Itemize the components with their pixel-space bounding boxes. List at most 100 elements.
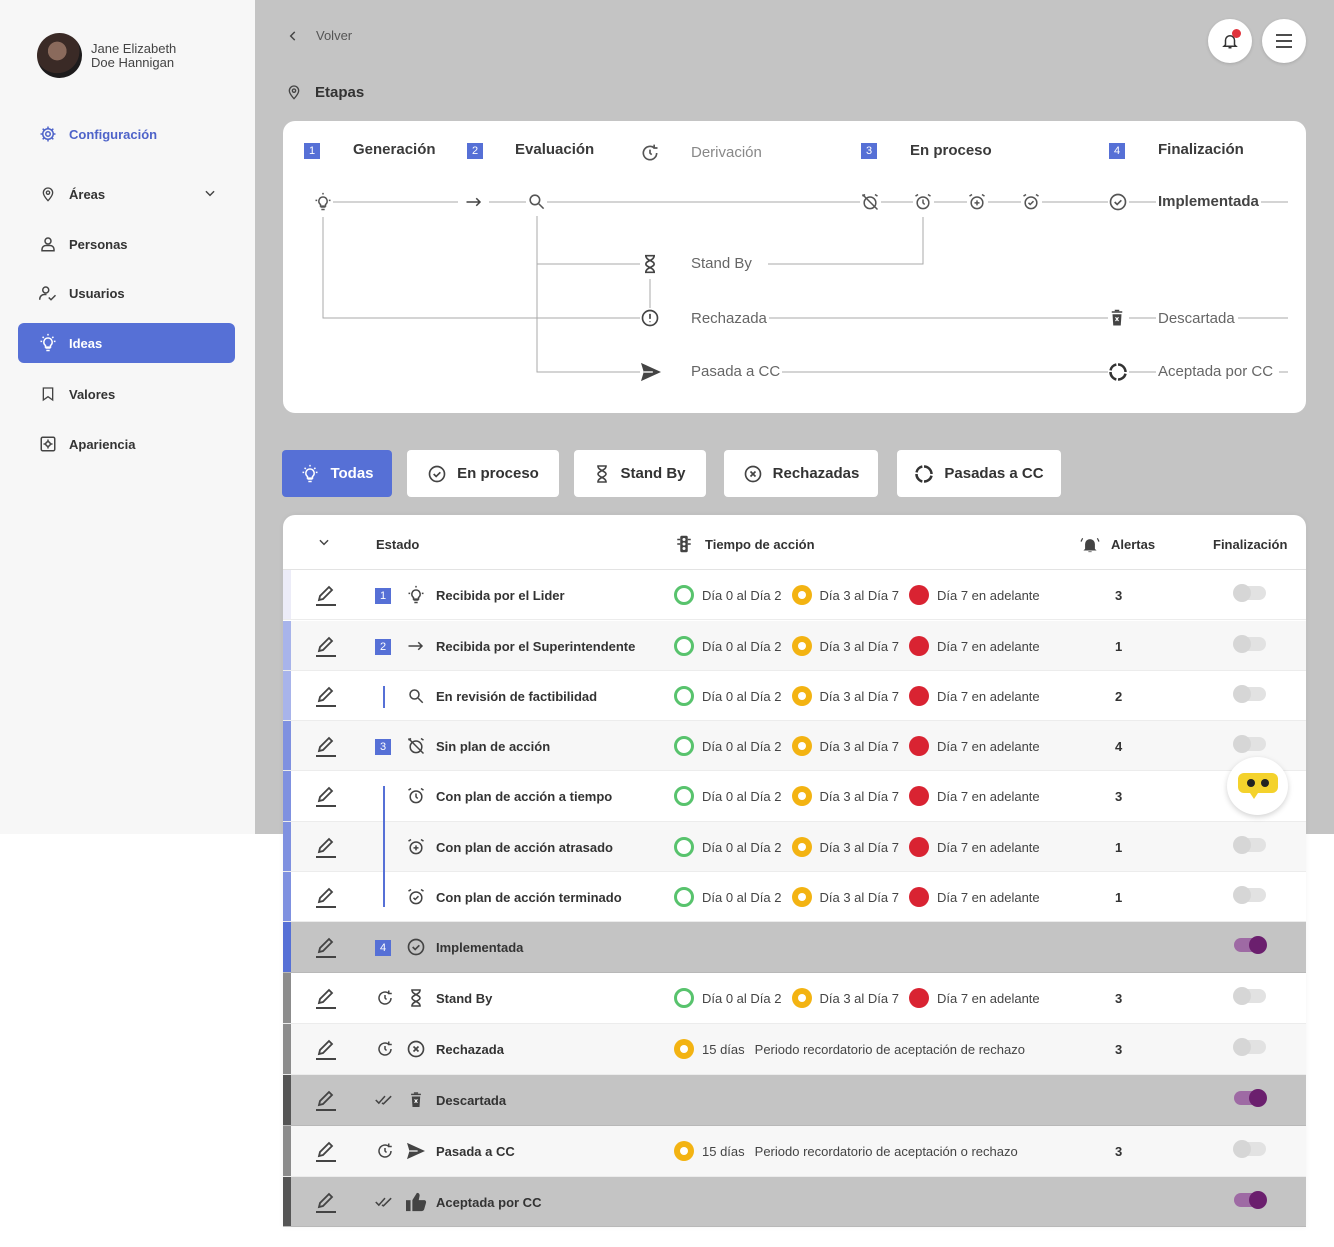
- notifications-button[interactable]: [1208, 19, 1252, 63]
- finalization-toggle[interactable]: [1233, 836, 1266, 854]
- finalization-toggle[interactable]: [1234, 1191, 1267, 1209]
- action-time-legend: 15 días Periodo recordatorio de aceptació…: [674, 1140, 1018, 1162]
- chevron-down-icon[interactable]: [317, 535, 331, 552]
- table-row[interactable]: 4 Implementada: [283, 922, 1306, 973]
- header-finalizacion[interactable]: Finalización: [1213, 537, 1287, 552]
- header-estado[interactable]: Estado: [376, 537, 419, 552]
- finalization-toggle[interactable]: [1233, 886, 1266, 904]
- sidebar-item-apariencia[interactable]: Apariencia: [18, 424, 235, 464]
- toggle-knob: [1233, 886, 1251, 904]
- toggle-knob: [1233, 836, 1251, 854]
- edit-icon[interactable]: [314, 1190, 338, 1217]
- finalization-toggle[interactable]: [1234, 1089, 1267, 1107]
- filter-en-proceso[interactable]: En proceso: [407, 450, 559, 497]
- row-status-label: En revisión de factibilidad: [436, 689, 598, 704]
- edit-icon[interactable]: [314, 885, 338, 912]
- stage-connector-line: [383, 822, 385, 873]
- table-row[interactable]: Con plan de acción a tiempo Día 0 al Día …: [283, 771, 1306, 837]
- stages-diagram: 1 Generación 2 Evaluación Derivación 3 E…: [283, 121, 1306, 413]
- avatar[interactable]: [37, 33, 82, 78]
- finalization-toggle[interactable]: [1233, 635, 1266, 653]
- table-row[interactable]: Con plan de acción atrasado Día 0 al Día …: [283, 822, 1306, 873]
- back-link[interactable]: Volver: [286, 28, 352, 43]
- header-tiempo[interactable]: Tiempo de acción: [705, 537, 815, 552]
- refresh-icon: [640, 143, 660, 168]
- edit-icon[interactable]: [314, 1088, 338, 1115]
- table-row[interactable]: Rechazada 15 días Periodo recordatorio de …: [283, 1024, 1306, 1075]
- edit-icon[interactable]: [314, 684, 338, 711]
- action-time-legend: Día 0 al Día 2 Día 3 al Día 7 Día 7 en ade…: [674, 685, 1040, 707]
- filter-stand-by[interactable]: Stand By: [574, 450, 706, 497]
- red-status-dot: [909, 988, 929, 1008]
- finalization-toggle[interactable]: [1233, 987, 1266, 1005]
- hourglass-icon: [641, 254, 659, 279]
- finalization-toggle[interactable]: [1233, 1038, 1266, 1056]
- yellow-status-dot: [791, 988, 812, 1008]
- sidebar-item-configuracion[interactable]: Configuración: [18, 114, 235, 154]
- x-circle-icon: [405, 1038, 427, 1060]
- table-row[interactable]: Pasada a CC 15 días Periodo recordatorio d…: [283, 1126, 1306, 1177]
- filter-todas[interactable]: Todas: [282, 450, 392, 497]
- action-time-legend: Día 0 al Día 2 Día 3 al Día 7 Día 7 en ade…: [674, 735, 1040, 757]
- sidebar-item-personas[interactable]: Personas: [18, 224, 235, 264]
- toggle-knob: [1233, 987, 1251, 1005]
- finalization-toggle[interactable]: [1234, 936, 1267, 954]
- search-icon: [405, 685, 427, 707]
- filter-pasadas-a-cc[interactable]: Pasadas a CC: [897, 450, 1061, 497]
- table-row[interactable]: 2 Recibida por el Superintendente Día 0 al…: [283, 621, 1306, 671]
- red-status-dot: [909, 887, 929, 907]
- table-row[interactable]: Stand By Día 0 al Día 2 Día 3 al Día 7 Día …: [283, 973, 1306, 1024]
- filter-rechazadas[interactable]: Rechazadas: [724, 450, 878, 497]
- edit-icon[interactable]: [314, 1037, 338, 1064]
- hourglass-icon: [405, 987, 427, 1009]
- user-profile[interactable]: Jane Elizabeth Doe Hannigan: [37, 33, 176, 78]
- table-row[interactable]: Aceptada por CC: [283, 1177, 1306, 1227]
- finalization-toggle[interactable]: [1233, 735, 1266, 753]
- table-row[interactable]: Descartada: [283, 1075, 1306, 1126]
- alarm-plus-icon: [405, 836, 427, 858]
- chevron-down-icon[interactable]: [203, 186, 217, 203]
- lightbulb-icon: [405, 584, 427, 606]
- edit-icon[interactable]: [314, 583, 338, 610]
- double-check-icon: [375, 1090, 395, 1110]
- table-row[interactable]: Con plan de acción terminado Día 0 al Día…: [283, 872, 1306, 922]
- lightbulb-icon: [300, 464, 320, 484]
- edit-icon[interactable]: [314, 986, 338, 1013]
- refresh-icon: [375, 1039, 395, 1059]
- row-status-label: Con plan de acción a tiempo: [436, 789, 613, 804]
- chatbot-button[interactable]: [1227, 757, 1288, 815]
- edit-icon[interactable]: [314, 835, 338, 862]
- edit-icon[interactable]: [314, 935, 338, 962]
- table-row[interactable]: En revisión de factibilidad Día 0 al Día …: [283, 671, 1306, 721]
- traffic-light-icon: [676, 535, 692, 556]
- yellow-status-dot: [791, 786, 812, 806]
- edit-icon[interactable]: [314, 1139, 338, 1166]
- edit-icon[interactable]: [314, 634, 338, 661]
- stage-number: 1: [375, 588, 391, 604]
- finalization-toggle[interactable]: [1233, 584, 1266, 602]
- edit-icon[interactable]: [314, 734, 338, 761]
- refresh-icon: [375, 1141, 395, 1161]
- sidebar-item-usuarios[interactable]: Usuarios: [18, 273, 235, 313]
- row-status-stripe: [283, 973, 291, 1023]
- finalization-toggle[interactable]: [1233, 1140, 1266, 1158]
- finalization-toggle[interactable]: [1233, 685, 1266, 703]
- table-row[interactable]: 1 Recibida por el Lider Día 0 al Día 2 Día …: [283, 570, 1306, 620]
- person-icon: [38, 235, 58, 253]
- sidebar-item-valores[interactable]: Valores: [18, 374, 235, 414]
- diagram-aceptada-por-cc: Aceptada por CC: [1156, 363, 1276, 380]
- alerts-count: 1: [1115, 890, 1123, 905]
- chatbot-icon: [1237, 773, 1278, 799]
- menu-button[interactable]: [1262, 19, 1306, 63]
- yellow-status-dot: [791, 887, 812, 907]
- green-status-dot: [674, 736, 694, 756]
- table-row[interactable]: 3 Sin plan de acción Día 0 al Día 2 Día 3 a…: [283, 721, 1306, 771]
- sidebar-item-ideas[interactable]: Ideas: [18, 323, 235, 363]
- notification-badge: [1232, 29, 1241, 38]
- sidebar-item-areas[interactable]: Áreas: [18, 174, 235, 214]
- check-circle-icon: [1108, 192, 1128, 217]
- header-alertas[interactable]: Alertas: [1111, 537, 1155, 552]
- red-status-dot: [909, 636, 929, 656]
- edit-icon[interactable]: [314, 784, 338, 811]
- hamburger-menu-icon: [1276, 34, 1292, 48]
